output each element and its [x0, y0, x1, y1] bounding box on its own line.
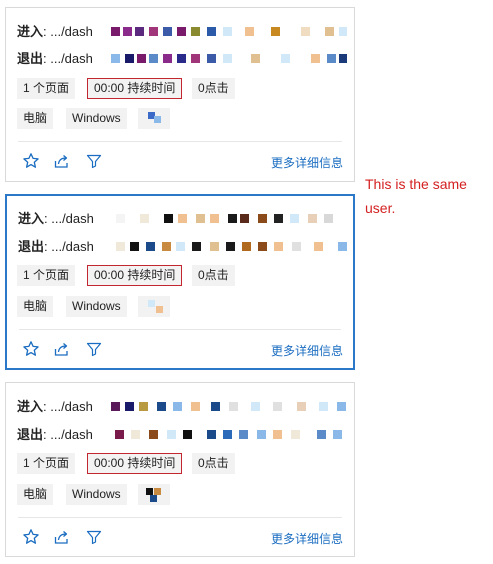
- star-icon[interactable]: [22, 152, 40, 170]
- session-card[interactable]: 进入: .../dash 退出: .../dash 1 个页面 00:00 持续…: [5, 194, 355, 370]
- star-icon[interactable]: [22, 340, 40, 358]
- browser-chip: [138, 108, 170, 129]
- session-card[interactable]: 进入: .../dash 退出: .../dash 1 个页面 00:00 持续…: [5, 382, 355, 557]
- more-details-link[interactable]: 更多详细信息: [271, 154, 343, 171]
- entry-url-row: 进入: .../dash: [18, 210, 348, 228]
- annotation-note: This is the same user.: [365, 176, 467, 216]
- redacted-url: [111, 27, 347, 38]
- entry-label: 进入: [17, 399, 44, 414]
- os-chip: Windows: [66, 296, 127, 317]
- exit-url: : .../dash: [43, 51, 93, 66]
- more-details-link[interactable]: 更多详细信息: [271, 530, 343, 547]
- divider: [19, 329, 341, 330]
- clicks-chip: 0点击: [192, 78, 235, 99]
- redacted-url: [111, 54, 347, 65]
- clicks-chip: 0点击: [192, 453, 235, 474]
- browser-chip: [138, 296, 170, 317]
- device-chip: 电脑: [17, 484, 54, 505]
- divider: [18, 141, 342, 142]
- exit-label: 退出: [18, 239, 45, 254]
- entry-label: 进入: [17, 24, 44, 39]
- exit-url: : .../dash: [44, 239, 94, 254]
- entry-url-row: 进入: .../dash: [17, 398, 347, 416]
- redacted-url: [111, 402, 347, 413]
- pages-chip: 1 个页面: [17, 265, 76, 286]
- browser-chip: [138, 484, 170, 505]
- more-details-link[interactable]: 更多详细信息: [271, 342, 343, 359]
- filter-icon[interactable]: [85, 152, 103, 170]
- clicks-chip: 0点击: [192, 265, 235, 286]
- divider: [18, 517, 342, 518]
- device-chip: 电脑: [17, 108, 54, 129]
- pages-chip: 1 个页面: [17, 453, 76, 474]
- exit-url-row: 退出: .../dash: [17, 426, 347, 444]
- share-icon[interactable]: [53, 528, 71, 546]
- entry-url: : .../dash: [44, 211, 94, 226]
- os-chip: Windows: [66, 484, 127, 505]
- redacted-url: [112, 214, 348, 225]
- redacted-url: [111, 430, 347, 441]
- entry-url: : .../dash: [43, 399, 93, 414]
- entry-url: : .../dash: [43, 24, 93, 39]
- session-card[interactable]: 进入: .../dash 退出: .../dash 1 个页面 00:00 持续…: [5, 7, 355, 182]
- pages-chip: 1 个页面: [17, 78, 76, 99]
- duration-chip: 00:00 持续时间: [87, 265, 183, 286]
- device-chip: 电脑: [17, 296, 54, 317]
- filter-icon[interactable]: [85, 528, 103, 546]
- star-icon[interactable]: [22, 528, 40, 546]
- exit-url-row: 退出: .../dash: [18, 238, 348, 256]
- redacted-url: [112, 242, 348, 253]
- entry-url-row: 进入: .../dash: [17, 23, 347, 41]
- os-chip: Windows: [66, 108, 127, 129]
- exit-label: 退出: [17, 427, 44, 442]
- share-icon[interactable]: [53, 152, 71, 170]
- duration-chip: 00:00 持续时间: [87, 453, 183, 474]
- entry-label: 进入: [18, 211, 45, 226]
- exit-label: 退出: [17, 51, 44, 66]
- filter-icon[interactable]: [85, 340, 103, 358]
- exit-url-row: 退出: .../dash: [17, 50, 347, 68]
- exit-url: : .../dash: [43, 427, 93, 442]
- share-icon[interactable]: [53, 340, 71, 358]
- duration-chip: 00:00 持续时间: [87, 78, 183, 99]
